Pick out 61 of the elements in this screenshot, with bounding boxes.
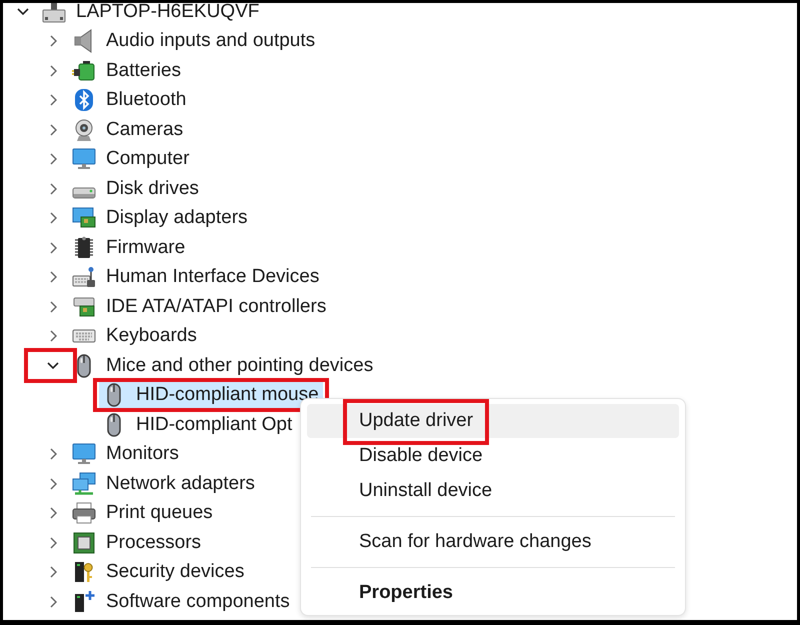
drive-card-icon: [72, 294, 96, 319]
mouse-icon: [107, 383, 121, 408]
chevron-right-icon[interactable]: [50, 330, 56, 342]
tree-item[interactable]: Disk drives: [69, 176, 203, 202]
chevron-right-icon[interactable]: [50, 94, 56, 106]
chevron-right-icon[interactable]: [50, 300, 56, 313]
chevron-right-icon[interactable]: [50, 507, 56, 520]
chevron-down-icon[interactable]: [47, 362, 59, 370]
tree-item[interactable]: Computer: [69, 146, 194, 172]
tree-item[interactable]: Monitors: [69, 441, 183, 468]
chevron-right-icon[interactable]: [50, 242, 56, 254]
chevron-right-icon[interactable]: [50, 596, 56, 608]
mouse-icon: [77, 354, 91, 378]
keyboard-joystick-icon: [72, 265, 96, 290]
chevron-right-icon[interactable]: [50, 153, 56, 166]
display-adapter-icon: [72, 206, 96, 230]
chevron-right-icon[interactable]: [50, 182, 56, 195]
battery-icon: [72, 58, 96, 83]
menu-item[interactable]: Update driver: [307, 404, 679, 438]
chevron-right-icon[interactable]: [50, 566, 56, 578]
processor-icon: [72, 530, 96, 555]
tree-item[interactable]: Print queues: [69, 500, 217, 526]
menu-item[interactable]: Properties: [307, 576, 679, 610]
chip-icon: [72, 236, 96, 260]
networked-computers-icon: [72, 472, 96, 496]
printer-icon: [72, 501, 96, 526]
tree-item[interactable]: Mice and other pointing devices: [69, 352, 378, 379]
tree-item[interactable]: Software components: [69, 588, 294, 615]
menu-item[interactable]: Uninstall device: [307, 474, 679, 508]
monitor-icon: [72, 442, 96, 466]
tree-item[interactable]: Display adapters: [69, 205, 252, 232]
tree-item[interactable]: Network adapters: [69, 470, 259, 497]
tree-item[interactable]: Security devices: [69, 559, 248, 586]
tower-plus-icon: [72, 590, 96, 614]
tree-item[interactable]: Keyboards: [69, 323, 201, 350]
tree-item[interactable]: IDE ATA/ATAPI controllers: [69, 294, 330, 320]
chevron-right-icon[interactable]: [50, 448, 56, 460]
tree-item[interactable]: HID-compliant Opt: [99, 412, 296, 438]
tree-item[interactable]: Processors: [69, 530, 206, 556]
tree-item[interactable]: Bluetooth: [69, 87, 190, 114]
tree-item[interactable]: Cameras: [69, 116, 188, 143]
chevron-down-icon[interactable]: [17, 8, 29, 16]
tree-item[interactable]: Human Interface Devices: [69, 264, 324, 290]
chevron-right-icon[interactable]: [50, 212, 56, 224]
menu-item[interactable]: Scan for hardware changes: [307, 525, 679, 559]
disk-drive-icon: [72, 186, 96, 199]
chevron-right-icon[interactable]: [50, 478, 56, 490]
chevron-right-icon[interactable]: [50, 536, 56, 549]
chevron-right-icon[interactable]: [50, 271, 56, 284]
tree-item[interactable]: LAPTOP-H6EKUQVF: [39, 3, 264, 25]
chevron-right-icon[interactable]: [50, 64, 56, 77]
chevron-right-icon[interactable]: [50, 35, 56, 48]
tree-item[interactable]: Firmware: [69, 234, 190, 261]
chevron-right-icon[interactable]: [50, 124, 56, 136]
monitor-icon: [72, 147, 96, 172]
computer-icon: [42, 3, 66, 24]
mouse-icon: [107, 412, 121, 437]
tree-item[interactable]: Batteries: [69, 58, 185, 84]
bluetooth-icon: [72, 88, 96, 112]
tree-item[interactable]: Audio inputs and outputs: [69, 28, 320, 54]
menu-item[interactable]: Disable device: [307, 439, 679, 473]
